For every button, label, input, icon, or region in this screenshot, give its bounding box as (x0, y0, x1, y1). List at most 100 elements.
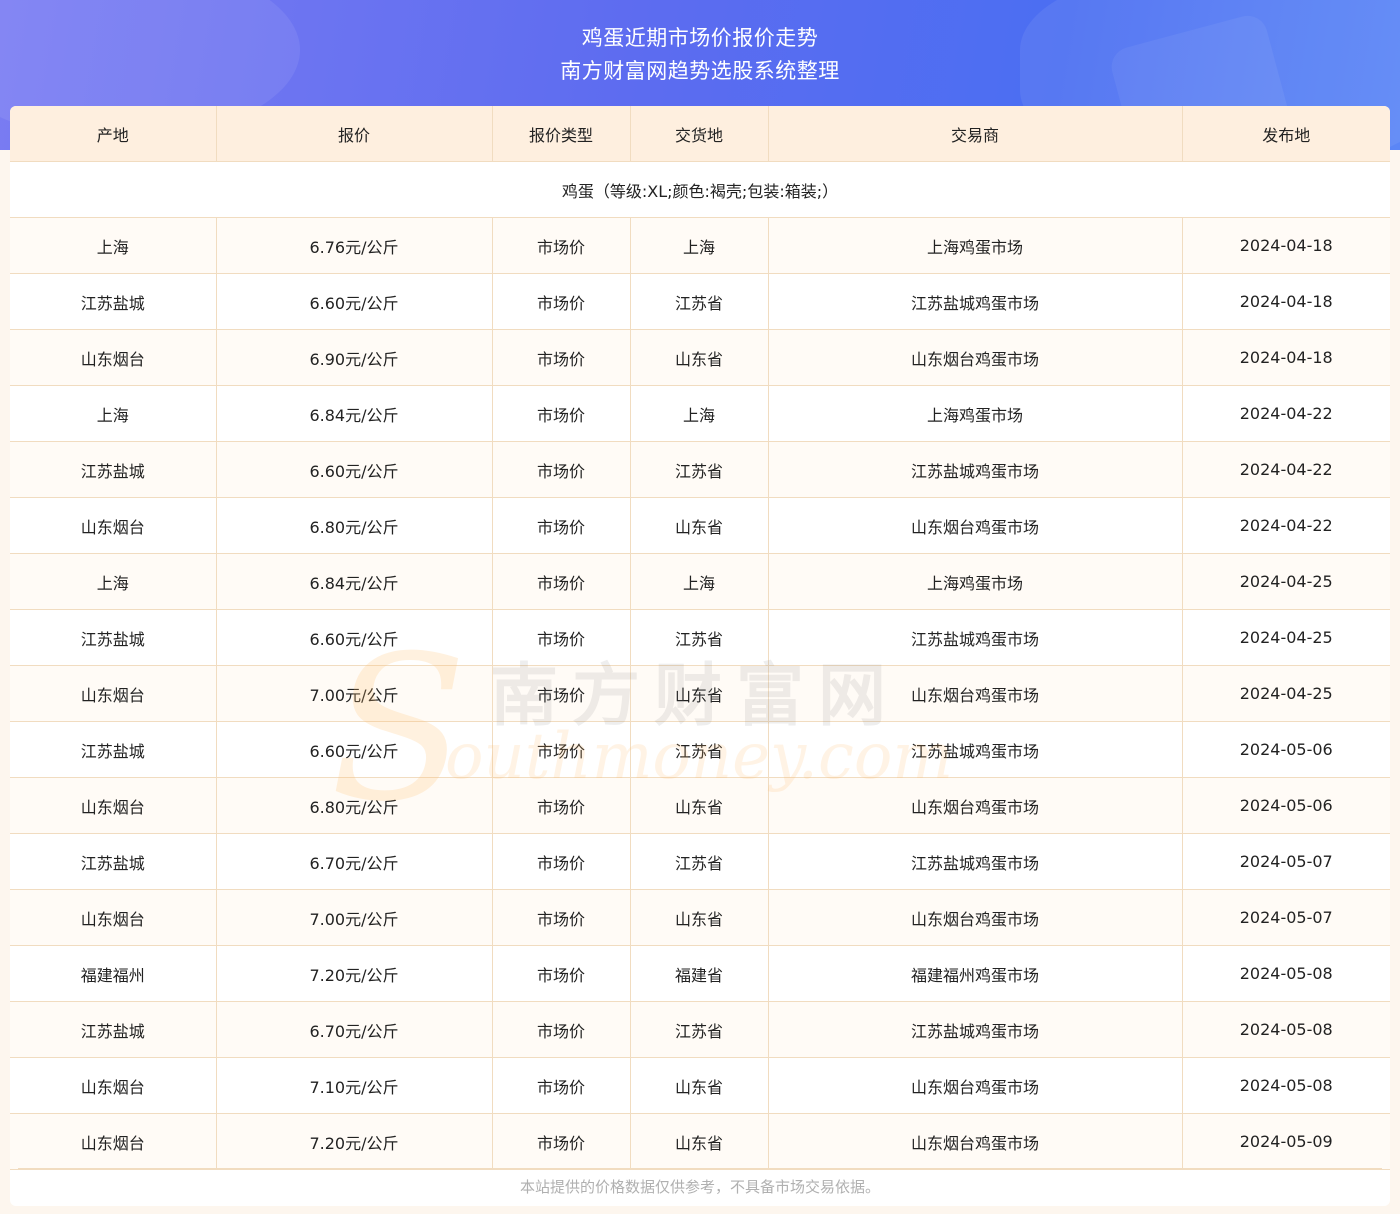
cell-price: 6.60元/公斤 (216, 721, 493, 778)
cell-price: 6.60元/公斤 (216, 609, 493, 666)
cell-price: 6.76元/公斤 (216, 217, 493, 274)
cell-trader: 山东烟台鸡蛋市场 (768, 665, 1183, 722)
table-row: 江苏盐城 6.60元/公斤 市场价 江苏省 江苏盐城鸡蛋市场 2024-04-22 (10, 441, 1390, 498)
table-row: 山东烟台 6.80元/公斤 市场价 山东省 山东烟台鸡蛋市场 2024-05-06 (10, 777, 1390, 834)
cell-origin: 福建福州 (10, 945, 217, 1002)
cell-date: 2024-04-25 (1182, 609, 1390, 666)
table-row: 江苏盐城 6.60元/公斤 市场价 江苏省 江苏盐城鸡蛋市场 2024-05-06 (10, 721, 1390, 778)
cell-delivery: 山东省 (630, 1113, 769, 1170)
cell-trader: 山东烟台鸡蛋市场 (768, 777, 1183, 834)
cell-price: 6.84元/公斤 (216, 553, 493, 610)
table-group-row: 鸡蛋（等级:XL;颜色:褐壳;包装:箱装;） (10, 161, 1390, 218)
cell-delivery: 山东省 (630, 777, 769, 834)
table-header-row: 产地 报价 报价类型 交货地 交易商 发布地 (10, 106, 1390, 162)
column-header-price: 报价 (216, 106, 493, 162)
cell-origin: 上海 (10, 385, 217, 442)
column-header-date: 发布地 (1182, 106, 1390, 162)
cell-trader: 山东烟台鸡蛋市场 (768, 329, 1183, 386)
cell-price-type: 市场价 (492, 609, 631, 666)
cell-delivery: 山东省 (630, 497, 769, 554)
cell-date: 2024-04-25 (1182, 553, 1390, 610)
cell-origin: 江苏盐城 (10, 721, 217, 778)
cell-origin: 山东烟台 (10, 665, 217, 722)
cell-price: 6.60元/公斤 (216, 273, 493, 330)
cell-date: 2024-05-08 (1182, 1057, 1390, 1114)
cell-origin: 江苏盐城 (10, 1001, 217, 1058)
cell-origin: 山东烟台 (10, 1113, 217, 1170)
table-row: 山东烟台 6.80元/公斤 市场价 山东省 山东烟台鸡蛋市场 2024-04-22 (10, 497, 1390, 554)
cell-trader: 江苏盐城鸡蛋市场 (768, 609, 1183, 666)
cell-delivery: 江苏省 (630, 609, 769, 666)
column-header-delivery: 交货地 (630, 106, 769, 162)
cell-origin: 江苏盐城 (10, 609, 217, 666)
cell-price: 6.80元/公斤 (216, 497, 493, 554)
cell-delivery: 江苏省 (630, 1001, 769, 1058)
cell-trader: 上海鸡蛋市场 (768, 217, 1183, 274)
cell-date: 2024-05-09 (1182, 1113, 1390, 1170)
cell-delivery: 上海 (630, 553, 769, 610)
cell-trader: 江苏盐城鸡蛋市场 (768, 441, 1183, 498)
cell-date: 2024-04-18 (1182, 329, 1390, 386)
table-row: 江苏盐城 6.60元/公斤 市场价 江苏省 江苏盐城鸡蛋市场 2024-04-25 (10, 609, 1390, 666)
cell-price-type: 市场价 (492, 329, 631, 386)
cell-delivery: 福建省 (630, 945, 769, 1002)
cell-trader: 上海鸡蛋市场 (768, 553, 1183, 610)
column-header-trader: 交易商 (768, 106, 1183, 162)
cell-date: 2024-05-08 (1182, 1001, 1390, 1058)
cell-price-type: 市场价 (492, 385, 631, 442)
table-row: 上海 6.76元/公斤 市场价 上海 上海鸡蛋市场 2024-04-18 (10, 217, 1390, 274)
table-row: 江苏盐城 6.70元/公斤 市场价 江苏省 江苏盐城鸡蛋市场 2024-05-08 (10, 1001, 1390, 1058)
table-row: 山东烟台 7.20元/公斤 市场价 山东省 山东烟台鸡蛋市场 2024-05-09 (10, 1113, 1390, 1170)
cell-date: 2024-04-18 (1182, 273, 1390, 330)
page-title: 鸡蛋近期市场价报价走势 (581, 26, 819, 50)
cell-date: 2024-04-22 (1182, 497, 1390, 554)
cell-price-type: 市场价 (492, 1001, 631, 1058)
cell-origin: 江苏盐城 (10, 833, 217, 890)
cell-origin: 山东烟台 (10, 497, 217, 554)
table-row: 上海 6.84元/公斤 市场价 上海 上海鸡蛋市场 2024-04-25 (10, 553, 1390, 610)
cell-price-type: 市场价 (492, 721, 631, 778)
cell-date: 2024-05-07 (1182, 833, 1390, 890)
cell-delivery: 江苏省 (630, 441, 769, 498)
cell-trader: 江苏盐城鸡蛋市场 (768, 273, 1183, 330)
cell-price: 7.00元/公斤 (216, 665, 493, 722)
cell-date: 2024-04-25 (1182, 665, 1390, 722)
price-table: 产地 报价 报价类型 交货地 交易商 发布地 鸡蛋（等级:XL;颜色:褐壳;包装… (10, 106, 1390, 1170)
price-table-card: 产地 报价 报价类型 交货地 交易商 发布地 鸡蛋（等级:XL;颜色:褐壳;包装… (10, 106, 1390, 1206)
cell-origin: 上海 (10, 217, 217, 274)
cell-price-type: 市场价 (492, 833, 631, 890)
cell-price: 6.84元/公斤 (216, 385, 493, 442)
table-row: 山东烟台 6.90元/公斤 市场价 山东省 山东烟台鸡蛋市场 2024-04-18 (10, 329, 1390, 386)
cell-date: 2024-04-22 (1182, 385, 1390, 442)
table-row: 江苏盐城 6.70元/公斤 市场价 江苏省 江苏盐城鸡蛋市场 2024-05-07 (10, 833, 1390, 890)
cell-price: 7.10元/公斤 (216, 1057, 493, 1114)
cell-origin: 山东烟台 (10, 777, 217, 834)
column-header-origin: 产地 (10, 106, 217, 162)
cell-price: 6.60元/公斤 (216, 441, 493, 498)
page-subtitle: 南方财富网趋势选股系统整理 (560, 59, 840, 83)
cell-price-type: 市场价 (492, 273, 631, 330)
cell-delivery: 山东省 (630, 1057, 769, 1114)
cell-date: 2024-05-08 (1182, 945, 1390, 1002)
cell-origin: 山东烟台 (10, 889, 217, 946)
table-row: 江苏盐城 6.60元/公斤 市场价 江苏省 江苏盐城鸡蛋市场 2024-04-18 (10, 273, 1390, 330)
cell-delivery: 山东省 (630, 665, 769, 722)
cell-price-type: 市场价 (492, 1057, 631, 1114)
cell-origin: 上海 (10, 553, 217, 610)
table-row: 福建福州 7.20元/公斤 市场价 福建省 福建福州鸡蛋市场 2024-05-08 (10, 945, 1390, 1002)
cell-price-type: 市场价 (492, 889, 631, 946)
cell-delivery: 上海 (630, 217, 769, 274)
cell-price-type: 市场价 (492, 945, 631, 1002)
cell-trader: 上海鸡蛋市场 (768, 385, 1183, 442)
cell-trader: 江苏盐城鸡蛋市场 (768, 721, 1183, 778)
cell-trader: 山东烟台鸡蛋市场 (768, 889, 1183, 946)
cell-price-type: 市场价 (492, 441, 631, 498)
cell-trader: 山东烟台鸡蛋市场 (768, 497, 1183, 554)
cell-price-type: 市场价 (492, 217, 631, 274)
cell-price: 6.70元/公斤 (216, 1001, 493, 1058)
cell-date: 2024-04-18 (1182, 217, 1390, 274)
cell-price: 7.00元/公斤 (216, 889, 493, 946)
group-label: 鸡蛋（等级:XL;颜色:褐壳;包装:箱装;） (10, 161, 1390, 218)
disclaimer: 本站提供的价格数据仅供参考，不具备市场交易依据。 (519, 1178, 880, 1196)
cell-date: 2024-05-06 (1182, 777, 1390, 834)
